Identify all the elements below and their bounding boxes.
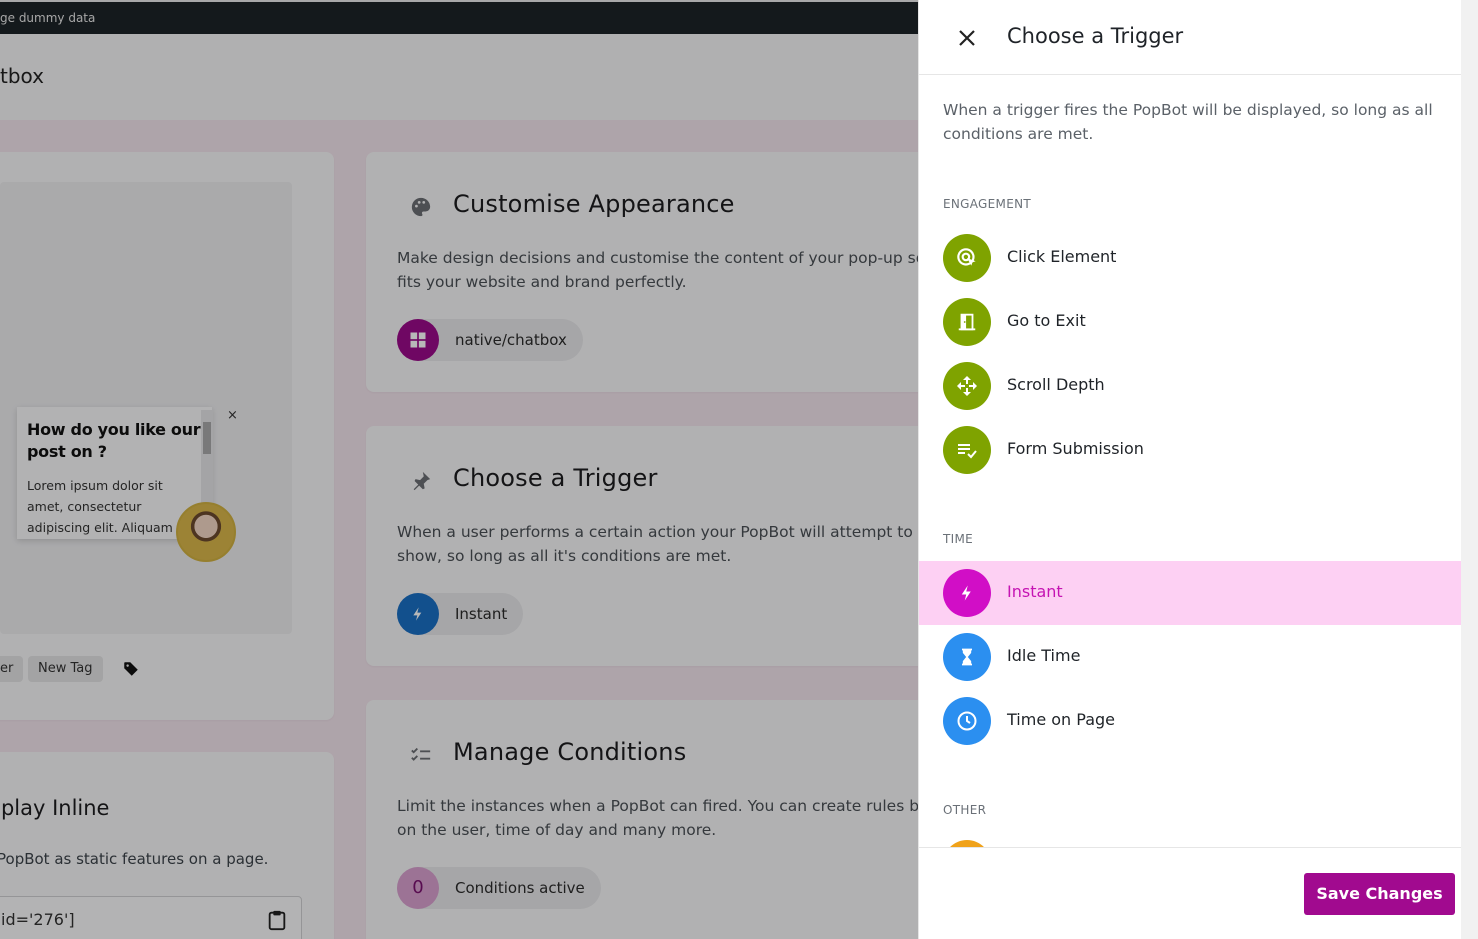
trigger-drawer: Choose a Trigger When a trigger fires th… — [918, 0, 1462, 939]
trigger-option-label: Instant — [1007, 582, 1063, 601]
hourglass-icon — [943, 633, 991, 681]
save-changes-button[interactable]: Save Changes — [1304, 873, 1455, 915]
drawer-title: Choose a Trigger — [1007, 24, 1184, 48]
drawer-header: Choose a Trigger — [919, 0, 1462, 75]
trigger-option-label: Scroll Depth — [1007, 375, 1105, 394]
trigger-option-label: Go to Exit — [1007, 311, 1086, 330]
drawer-footer: Save Changes — [919, 847, 1462, 939]
modal-overlay[interactable] — [0, 0, 918, 939]
trigger-option-time-on-page[interactable]: Time on Page — [919, 689, 1462, 753]
trigger-option-idle-time[interactable]: Idle Time — [919, 625, 1462, 689]
exit-door-icon — [943, 298, 991, 346]
trigger-option-go-to-exit[interactable]: Go to Exit — [919, 290, 1462, 354]
page-scrollbar[interactable] — [1461, 0, 1478, 939]
trigger-option-scroll-depth[interactable]: Scroll Depth — [919, 354, 1462, 418]
close-icon[interactable] — [955, 26, 979, 50]
section-time: TIME — [943, 532, 974, 546]
drawer-description: When a trigger fires the PopBot will be … — [943, 101, 1433, 143]
clock-icon — [943, 697, 991, 745]
list-check-icon — [943, 426, 991, 474]
trigger-option-other-partial[interactable] — [919, 832, 1462, 847]
drawer-body: When a trigger fires the PopBot will be … — [919, 75, 1462, 847]
trigger-option-click-element[interactable]: Click Element — [919, 226, 1462, 290]
trigger-option-label: Click Element — [1007, 247, 1117, 266]
trigger-option-form-submission[interactable]: Form Submission — [919, 418, 1462, 482]
section-other: OTHER — [943, 803, 987, 817]
click-target-icon — [943, 234, 991, 282]
trigger-option-label: Form Submission — [1007, 439, 1144, 458]
section-engagement: ENGAGEMENT — [943, 197, 1031, 211]
other-option-icon — [943, 840, 991, 847]
trigger-option-label: Idle Time — [1007, 646, 1081, 665]
trigger-option-label: Time on Page — [1007, 710, 1115, 729]
move-arrows-icon — [943, 362, 991, 410]
lightning-icon — [943, 569, 991, 617]
trigger-option-instant[interactable]: Instant — [919, 561, 1462, 625]
